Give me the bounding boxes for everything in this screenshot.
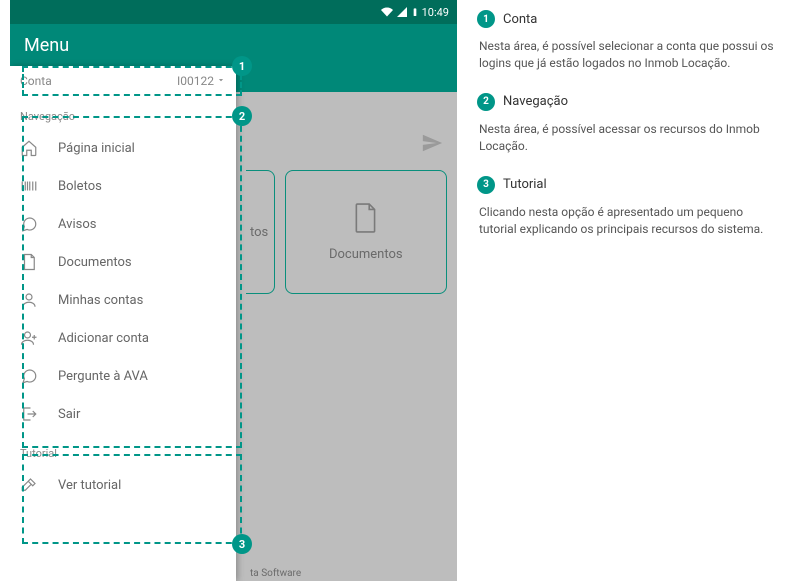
home-icon [20, 139, 38, 157]
nav-item-boletos[interactable]: Boletos [10, 167, 236, 205]
nav-item-label: Ver tutorial [58, 478, 121, 493]
account-value: I00122 [177, 74, 214, 88]
tutorial-section-label: Tutorial [10, 433, 236, 466]
page: 10:49 Menu tos Documentos [0, 0, 795, 581]
document-icon [353, 203, 379, 237]
nav-item-avisos[interactable]: Avisos [10, 205, 236, 243]
nav-item-adicionar-conta[interactable]: Adicionar conta [10, 319, 236, 357]
doc-marker-2: 2 [477, 93, 495, 111]
underlay-content: tos Documentos [236, 92, 457, 581]
nav-item-label: Avisos [58, 217, 96, 232]
status-time: 10:49 [422, 6, 449, 19]
callout-marker-1: 1 [232, 56, 252, 76]
wifi-icon [381, 6, 393, 18]
signal-icon [396, 6, 408, 18]
nav-item-sair[interactable]: Sair [10, 395, 236, 433]
card-label: Documentos [329, 247, 403, 262]
nav-item-home[interactable]: Página inicial [10, 129, 236, 167]
phone-frame: 10:49 Menu tos Documentos [10, 0, 457, 581]
question-chat-icon [20, 367, 38, 385]
battery-icon [411, 6, 419, 18]
chevron-down-icon [216, 74, 226, 88]
appbar-title: Menu [24, 35, 69, 56]
nav-item-label: Página inicial [58, 141, 135, 156]
underlay-header [236, 66, 457, 92]
doc-marker-3: 3 [477, 176, 495, 194]
user-plus-icon [20, 329, 38, 347]
nav-item-label: Minhas contas [58, 293, 143, 308]
doc-title-3: Tutorial [503, 177, 547, 192]
nav-item-label: Sair [58, 407, 80, 422]
doc-title-1: Conta [503, 12, 537, 27]
doc-section-navegacao: 2 Navegação Nesta área, é possível acess… [477, 93, 775, 156]
navigation-drawer: Conta I00122 Navegação Página inicial Bo… [10, 66, 236, 581]
doc-section-conta: 1 Conta Nesta área, é possível seleciona… [477, 10, 775, 73]
card-partial-label: tos [250, 225, 268, 240]
account-selector[interactable]: Conta I00122 [10, 66, 236, 96]
exit-icon [20, 405, 38, 423]
doc-body-2: Nesta área, é possível acessar os recurs… [477, 121, 775, 156]
chat-icon [20, 215, 38, 233]
nav-item-label: Boletos [58, 179, 102, 194]
doc-section-tutorial: 3 Tutorial Clicando nesta opção é aprese… [477, 176, 775, 239]
status-bar: 10:49 [10, 0, 457, 24]
doc-body-1: Nesta área, é possível selecionar a cont… [477, 38, 775, 73]
nav-item-documentos[interactable]: Documentos [10, 243, 236, 281]
doc-title-2: Navegação [503, 94, 568, 109]
nav-item-minhas-contas[interactable]: Minhas contas [10, 281, 236, 319]
nav-section-label: Navegação [10, 96, 236, 129]
nav-item-tutorial[interactable]: Ver tutorial [10, 466, 236, 504]
document-icon [20, 253, 38, 271]
doc-marker-1: 1 [477, 10, 495, 28]
nav-item-label: Adicionar conta [58, 331, 149, 346]
nav-item-ava[interactable]: Pergunte à AVA [10, 357, 236, 395]
nav-item-label: Pergunte à AVA [58, 369, 148, 384]
barcode-icon [20, 177, 38, 195]
user-icon [20, 291, 38, 309]
documentation-column: 1 Conta Nesta área, é possível seleciona… [467, 0, 795, 581]
callout-marker-3: 3 [232, 534, 252, 554]
footer-text: ta Software [250, 568, 301, 579]
hammer-icon [20, 476, 38, 494]
phone-column: 10:49 Menu tos Documentos [0, 0, 467, 581]
callout-marker-2: 2 [232, 106, 252, 126]
card-partial[interactable]: tos [246, 170, 275, 294]
doc-body-3: Clicando nesta opção é apresentado um pe… [477, 204, 775, 239]
send-icon[interactable] [421, 132, 443, 158]
nav-item-label: Documentos [58, 255, 132, 270]
card-documentos[interactable]: Documentos [285, 170, 447, 294]
account-value-wrap: I00122 [177, 74, 226, 88]
account-label: Conta [20, 74, 52, 88]
